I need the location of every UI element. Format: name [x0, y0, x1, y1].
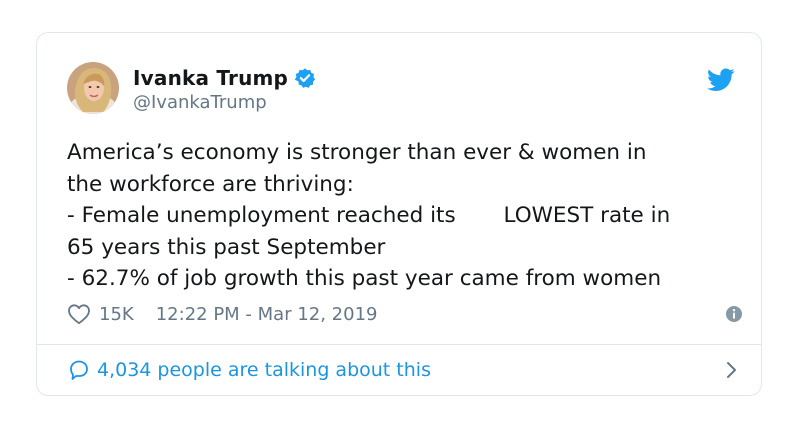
- speech-bubble-icon: [67, 358, 91, 382]
- display-name[interactable]: Ivanka Trump: [133, 66, 288, 90]
- tweet-text: America’s economy is stronger than ever …: [67, 140, 671, 291]
- tweet-meta-row: 15K 12:22 PM - Mar 12, 2019: [67, 301, 742, 327]
- tweet-header: Ivanka Trump @IvankaTrump: [67, 62, 735, 118]
- info-icon[interactable]: [725, 305, 743, 323]
- display-name-row: Ivanka Trump: [133, 64, 316, 92]
- author-names: Ivanka Trump @IvankaTrump: [133, 64, 316, 113]
- tweet-card[interactable]: Ivanka Trump @IvankaTrump America’s econ…: [36, 32, 762, 396]
- twitter-bird-icon[interactable]: [707, 68, 735, 92]
- chevron-right-icon[interactable]: [723, 361, 739, 379]
- verified-badge-icon: [294, 67, 316, 89]
- conversation-count-text[interactable]: 4,034 people are talking about this: [97, 359, 431, 381]
- like-count: 15K: [99, 303, 134, 325]
- heart-icon: [67, 303, 91, 325]
- avatar[interactable]: [67, 62, 119, 114]
- divider: [37, 344, 761, 345]
- like-button[interactable]: 15K: [67, 303, 134, 325]
- conversation-link[interactable]: 4,034 people are talking about this: [67, 355, 736, 385]
- timestamp[interactable]: 12:22 PM - Mar 12, 2019: [156, 304, 378, 325]
- handle[interactable]: @IvankaTrump: [133, 92, 316, 113]
